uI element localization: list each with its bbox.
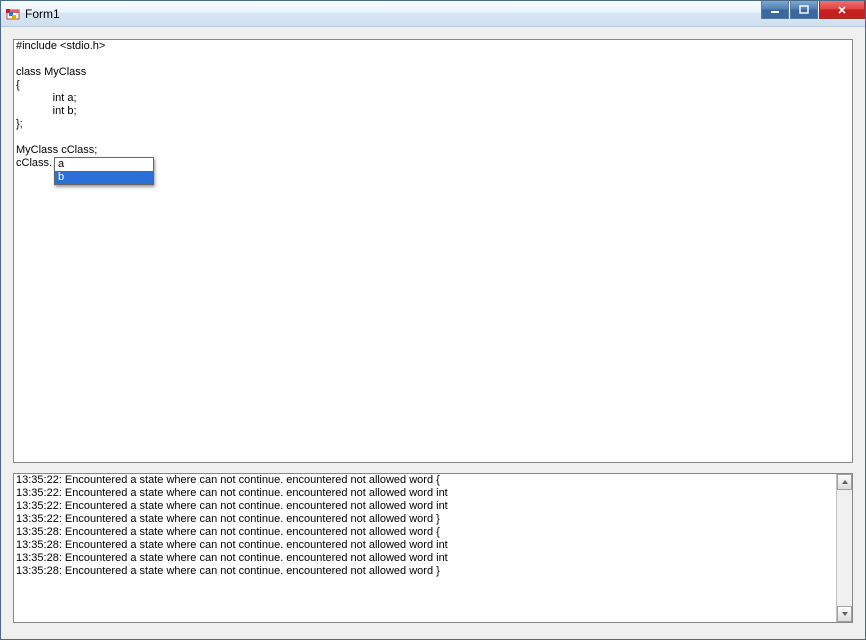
source-line: { — [14, 79, 852, 92]
log-line: 13:35:28: Encountered a state where can … — [16, 539, 836, 552]
app-icon — [5, 6, 21, 22]
app-window: Form1 #include <stdio.h> class MyClass {… — [0, 0, 866, 640]
autocomplete-popup[interactable]: a b — [54, 157, 154, 185]
minimize-button[interactable] — [761, 1, 789, 19]
log-line: 13:35:22: Encountered a state where can … — [16, 474, 836, 487]
log-scrollbar[interactable] — [836, 474, 852, 622]
code-editor[interactable]: #include <stdio.h> class MyClass { int a… — [13, 39, 853, 463]
scroll-up-button[interactable] — [837, 474, 852, 490]
log-panel[interactable]: 13:35:22: Encountered a state where can … — [13, 473, 853, 623]
log-line: 13:35:22: Encountered a state where can … — [16, 513, 836, 526]
log-line: 13:35:22: Encountered a state where can … — [16, 500, 836, 513]
log-line: 13:35:28: Encountered a state where can … — [16, 565, 836, 578]
log-line: 13:35:28: Encountered a state where can … — [16, 552, 836, 565]
source-line — [14, 53, 852, 66]
maximize-button[interactable] — [790, 1, 818, 19]
autocomplete-item-selected[interactable]: b — [55, 171, 153, 184]
titlebar[interactable]: Form1 — [1, 1, 865, 27]
source-line: MyClass cClass; — [14, 144, 852, 157]
source-line: #include <stdio.h> — [14, 40, 852, 53]
source-line: int a; — [14, 92, 852, 105]
close-button[interactable] — [819, 1, 865, 19]
source-line: }; — [14, 118, 852, 131]
source-line: int b; — [14, 105, 852, 118]
log-line: 13:35:28: Encountered a state where can … — [16, 526, 836, 539]
scroll-down-button[interactable] — [837, 606, 852, 622]
autocomplete-item[interactable]: a — [55, 158, 153, 171]
window-title: Form1 — [25, 7, 60, 21]
window-controls — [761, 1, 865, 21]
scroll-track[interactable] — [837, 490, 852, 606]
log-line: 13:35:22: Encountered a state where can … — [16, 487, 836, 500]
source-line: class MyClass — [14, 66, 852, 79]
client-area: #include <stdio.h> class MyClass { int a… — [1, 27, 865, 639]
source-line — [14, 131, 852, 144]
